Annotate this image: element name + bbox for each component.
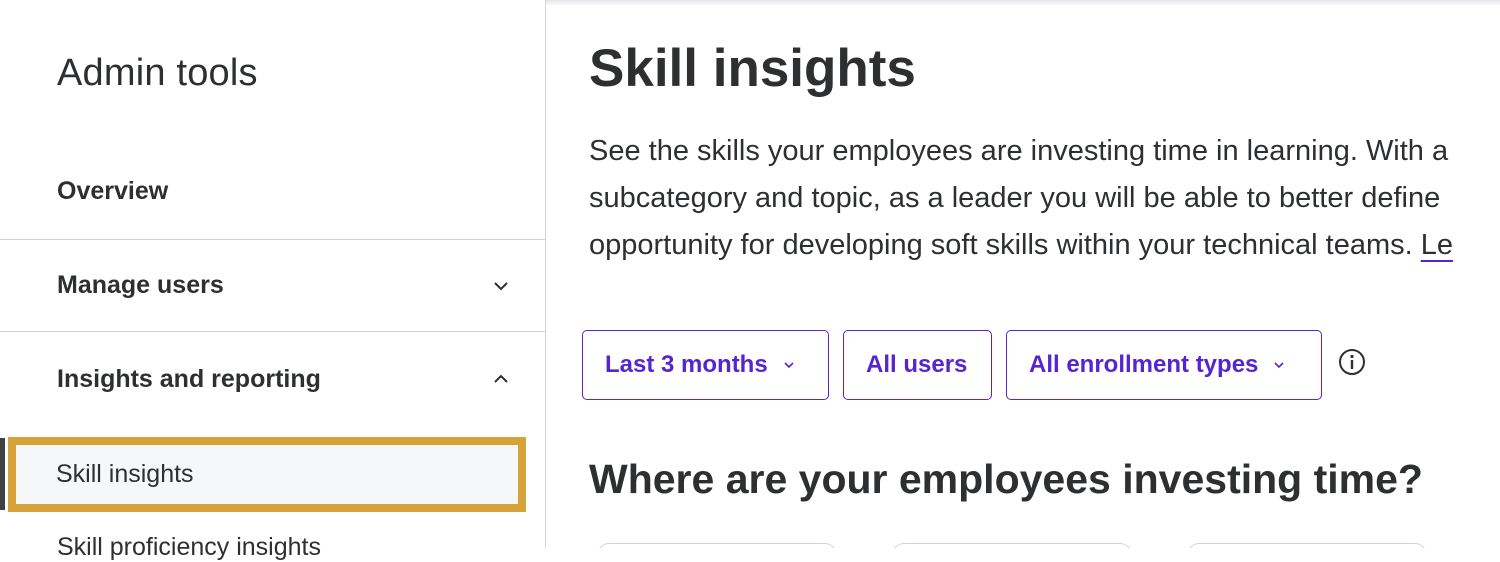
filter-label: All enrollment types: [1029, 351, 1259, 378]
sidebar-title: Admin tools: [57, 52, 258, 94]
section-title: Where are your employees investing time?: [589, 456, 1423, 502]
sidebar-item-label: Overview: [57, 176, 169, 205]
sidebar-item-label: Insights and reporting: [57, 364, 321, 393]
learn-more-link[interactable]: Le: [1421, 229, 1453, 261]
sidebar-item-manage-users[interactable]: Manage users: [0, 240, 545, 332]
page-title: Skill insights: [589, 39, 916, 98]
chevron-down-icon: [1274, 362, 1284, 369]
enrollment-type-filter-button[interactable]: All enrollment types: [1006, 330, 1322, 400]
sidebar-subitem-skill-insights[interactable]: Skill insights: [8, 437, 526, 512]
main-content: Skill insights See the skills your emplo…: [547, 0, 1500, 548]
filter-label: All users: [866, 351, 968, 378]
chevron-up-icon: [494, 374, 508, 383]
page-description: See the skills your employees are invest…: [589, 128, 1500, 269]
active-indicator: [0, 438, 5, 510]
info-icon[interactable]: [1338, 348, 1366, 376]
description-line: subcategory and topic, as a leader you w…: [589, 182, 1441, 214]
insight-card[interactable]: [892, 543, 1132, 548]
chevron-down-icon: [784, 362, 794, 369]
sidebar-item-insights-and-reporting[interactable]: Insights and reporting: [0, 332, 545, 426]
description-line-3: opportunity for developing soft skills w…: [589, 222, 1500, 269]
sidebar-item-overview[interactable]: Overview: [0, 143, 545, 240]
insight-card[interactable]: [1187, 543, 1427, 548]
description-line: opportunity for developing soft skills w…: [589, 229, 1421, 261]
users-filter-button[interactable]: All users: [843, 330, 992, 400]
sidebar-subitem-label: Skill insights: [56, 460, 194, 488]
chevron-down-icon: [494, 281, 508, 290]
sidebar: Admin tools Overview Manage users Insigh…: [0, 0, 546, 561]
sidebar-subitem-label: Skill proficiency insights: [57, 533, 321, 561]
insight-card[interactable]: [597, 543, 837, 548]
sidebar-item-label: Manage users: [57, 271, 224, 299]
date-range-filter-button[interactable]: Last 3 months: [582, 330, 829, 400]
filter-label: Last 3 months: [605, 351, 768, 378]
description-line: See the skills your employees are invest…: [589, 135, 1449, 167]
